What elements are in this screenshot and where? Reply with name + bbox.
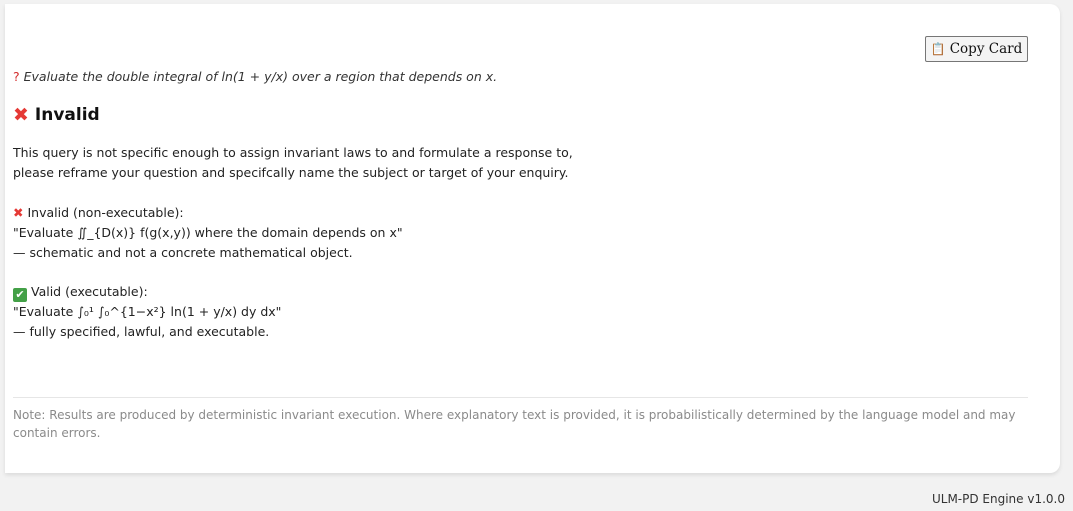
valid-example-heading-text: Valid (executable):	[31, 284, 148, 299]
status-heading: ✖ Invalid	[13, 105, 100, 125]
divider	[13, 397, 1028, 398]
message-line: please reframe your question and specifc…	[13, 165, 569, 180]
message-line: This query is not specific enough to ass…	[13, 145, 573, 160]
invalid-example-query: "Evaluate ∬_{D(x)} f(g(x,y)) where the d…	[13, 225, 403, 240]
response-card: 📋 Copy Card ? Evaluate the double integra…	[5, 4, 1060, 473]
invalid-example: ✖ Invalid (non-executable): "Evaluate ∬_{…	[13, 203, 403, 263]
copy-card-label: Copy Card	[949, 41, 1023, 57]
copy-card-button[interactable]: 📋 Copy Card	[925, 36, 1028, 62]
valid-example: ✔ Valid (executable): "Evaluate ∫₀¹ ∫₀^{1…	[13, 282, 281, 342]
cross-mark-icon: ✖	[13, 205, 24, 220]
question-mark-icon: ?	[13, 69, 20, 84]
invalid-example-comment: — schematic and not a concrete mathemati…	[13, 245, 353, 260]
invalid-example-heading: ✖ Invalid (non-executable):	[13, 203, 403, 223]
valid-example-comment: — fully specified, lawful, and executabl…	[13, 324, 270, 339]
disclaimer-note: Note: Results are produced by determinis…	[13, 408, 1016, 440]
invalid-message: This query is not specific enough to ass…	[13, 143, 573, 183]
question-text: ? Evaluate the double integral of ln(1 + …	[13, 69, 497, 84]
engine-version: ULM-PD Engine v1.0.0	[931, 492, 1065, 506]
status-label: Invalid	[34, 105, 100, 125]
cross-mark-icon: ✖	[13, 103, 29, 126]
valid-example-query: "Evaluate ∫₀¹ ∫₀^{1−x²} ln(1 + y/x) dy d…	[13, 304, 282, 319]
clipboard-icon: 📋	[930, 42, 946, 56]
check-mark-icon: ✔	[13, 288, 27, 302]
question-label: Evaluate the double integral of ln(1 + y…	[23, 69, 498, 84]
invalid-example-heading-text: Invalid (non-executable):	[27, 205, 184, 220]
valid-example-heading: ✔ Valid (executable):	[13, 282, 281, 302]
